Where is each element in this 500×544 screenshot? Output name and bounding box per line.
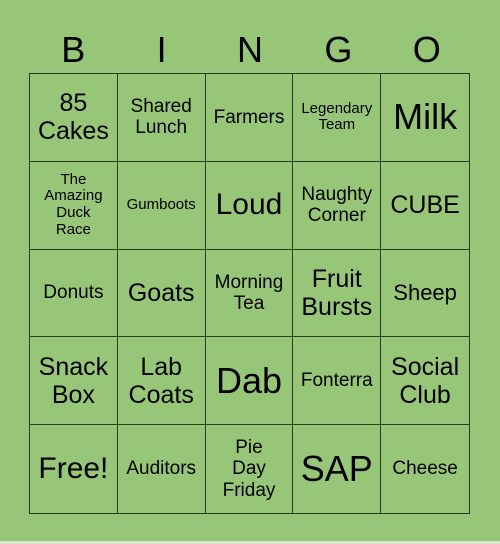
bingo-cell-text: Gumboots: [126, 195, 196, 213]
bingo-cell[interactable]: Milk: [381, 74, 469, 162]
bingo-cell[interactable]: Fonterra: [293, 337, 382, 426]
bingo-cell[interactable]: Goats: [117, 249, 206, 338]
header-letter-o: O: [412, 29, 441, 70]
bingo-cell-text: Naughty Corner: [301, 183, 373, 227]
bingo-cell[interactable]: Donuts: [30, 249, 118, 338]
bingo-cell[interactable]: Cheese: [381, 425, 469, 513]
bingo-header: B I N G O: [29, 28, 471, 72]
bingo-cell-text: Free!: [38, 452, 109, 486]
bingo-cell-text: Farmers: [213, 106, 285, 128]
bingo-cell-text: Snack Box: [38, 352, 109, 409]
bingo-cell-text: Sheep: [393, 279, 457, 305]
bingo-cell[interactable]: Shared Lunch: [117, 74, 206, 162]
bingo-cell-text: Goats: [127, 278, 195, 307]
bingo-cell[interactable]: Sheep: [381, 250, 469, 338]
bingo-cell[interactable]: Farmers: [205, 74, 294, 162]
bingo-cell-text: Donuts: [43, 282, 104, 304]
bingo-cell[interactable]: Pie Day Friday: [206, 425, 294, 513]
bingo-cell-text: Dab: [215, 359, 283, 401]
bingo-cell-text: Pie Day Friday: [222, 437, 276, 501]
bingo-cell-text: Social Club: [391, 352, 460, 409]
bingo-cell[interactable]: Auditors: [118, 425, 206, 513]
header-letter-g: G: [324, 29, 353, 70]
header-letter-n: N: [236, 29, 263, 70]
bingo-cell[interactable]: Loud: [205, 161, 294, 250]
bingo-cell-text: CUBE: [390, 191, 460, 220]
bingo-cell[interactable]: Naughty Corner: [293, 161, 382, 250]
bingo-cell-text: Legendary Team: [301, 99, 373, 134]
bingo-cell[interactable]: SAP: [293, 425, 382, 513]
bingo-cell[interactable]: Fruit Bursts: [293, 249, 382, 338]
bingo-cell[interactable]: Lab Coats: [117, 337, 206, 426]
header-letter-b: B: [61, 29, 86, 70]
bingo-cell-text: 85 Cakes: [37, 89, 109, 146]
bingo-cell-text: Loud: [215, 188, 283, 222]
bingo-cell-text: Auditors: [126, 458, 197, 480]
bingo-cell-text: Milk: [393, 96, 458, 138]
bingo-card-grid: 85 Cakes Shared Lunch Farmers Legendary Team Mi…: [29, 73, 470, 514]
bingo-cell-text: Fruit Bursts: [301, 264, 373, 321]
bingo-cell-text: The Amazing Duck Race: [44, 170, 103, 238]
bingo-cell[interactable]: 85 Cakes: [30, 74, 118, 162]
header-letter-i: I: [156, 29, 167, 70]
bingo-cell[interactable]: Dab: [205, 337, 294, 426]
bingo-cell[interactable]: Free!: [30, 425, 118, 513]
bingo-cell-text: Fonterra: [300, 370, 373, 392]
bingo-cell[interactable]: Gumboots: [117, 161, 206, 250]
bingo-cell[interactable]: Legendary Team: [293, 74, 382, 162]
bingo-cell-text: Morning Tea: [214, 271, 284, 314]
bingo-cell-text: Shared Lunch: [130, 96, 192, 139]
bingo-cell-text: Lab Coats: [128, 352, 194, 409]
bingo-cell[interactable]: Snack Box: [30, 337, 118, 426]
bingo-cell-text: Cheese: [392, 458, 458, 480]
bingo-cell[interactable]: Morning Tea: [205, 249, 294, 338]
bingo-cell[interactable]: CUBE: [381, 162, 469, 250]
bingo-cell[interactable]: Social Club: [381, 337, 469, 426]
bingo-cell[interactable]: The Amazing Duck Race: [30, 161, 118, 250]
bingo-cell-text: SAP: [300, 447, 373, 489]
